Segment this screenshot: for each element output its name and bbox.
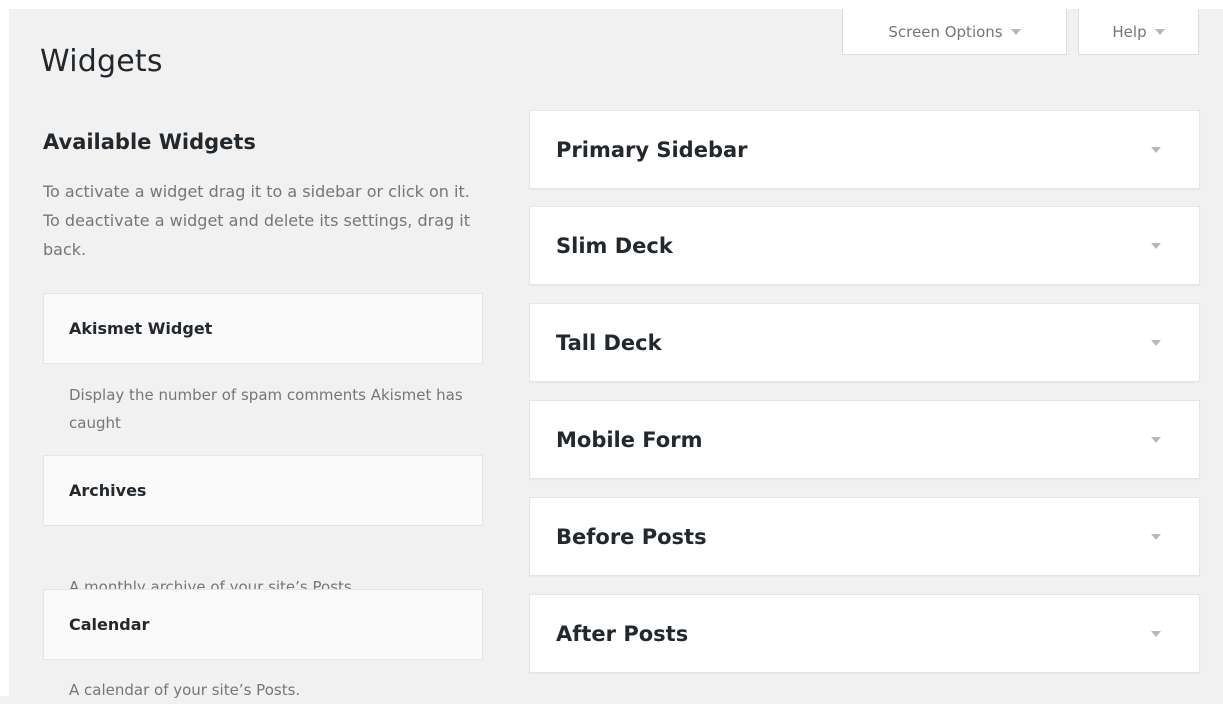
sidebar-tall-deck[interactable]: Tall Deck [529, 303, 1200, 382]
left-frame [0, 0, 9, 696]
toggle-arrow-icon[interactable] [1151, 630, 1161, 637]
screen-options-label: Screen Options [888, 22, 1003, 41]
sidebar-title: Before Posts [556, 524, 707, 549]
toggle-arrow-icon[interactable] [1151, 436, 1161, 443]
widget-title: Akismet Widget [69, 319, 213, 338]
help-button[interactable]: Help [1078, 9, 1199, 55]
sidebar-title: Slim Deck [556, 233, 673, 258]
screen-options-button[interactable]: Screen Options [842, 9, 1067, 55]
available-widgets-heading: Available Widgets [43, 130, 256, 154]
top-frame [0, 0, 1223, 9]
sidebar-title: Mobile Form [556, 427, 703, 452]
widget-calendar[interactable]: Calendar [43, 589, 483, 660]
sidebar-title: After Posts [556, 621, 689, 646]
help-label: Help [1112, 22, 1147, 41]
sidebar-slim-deck[interactable]: Slim Deck [529, 206, 1200, 285]
sidebar-title: Primary Sidebar [556, 137, 748, 162]
toggle-arrow-icon[interactable] [1151, 242, 1161, 249]
toggle-arrow-icon[interactable] [1151, 339, 1161, 346]
widget-description: A calendar of your site’s Posts. [69, 681, 301, 699]
widget-description: Display the number of spam comments Akis… [69, 386, 463, 432]
toggle-arrow-icon[interactable] [1151, 146, 1161, 153]
widget-archives[interactable]: Archives [43, 455, 483, 526]
sidebar-after-posts[interactable]: After Posts [529, 594, 1200, 673]
toggle-arrow-icon[interactable] [1151, 533, 1161, 540]
widget-akismet[interactable]: Akismet Widget [43, 293, 483, 364]
widget-title: Archives [69, 481, 147, 500]
page-title: Widgets [40, 44, 163, 79]
sidebar-title: Tall Deck [556, 330, 662, 355]
sidebar-before-posts[interactable]: Before Posts [529, 497, 1200, 576]
triangle-down-icon [1010, 29, 1021, 35]
widget-title: Calendar [69, 615, 150, 634]
available-widgets-description: To activate a widget drag it to a sideba… [43, 182, 470, 259]
sidebar-primary[interactable]: Primary Sidebar [529, 110, 1200, 189]
triangle-down-icon [1154, 29, 1165, 35]
sidebar-mobile-form[interactable]: Mobile Form [529, 400, 1200, 479]
